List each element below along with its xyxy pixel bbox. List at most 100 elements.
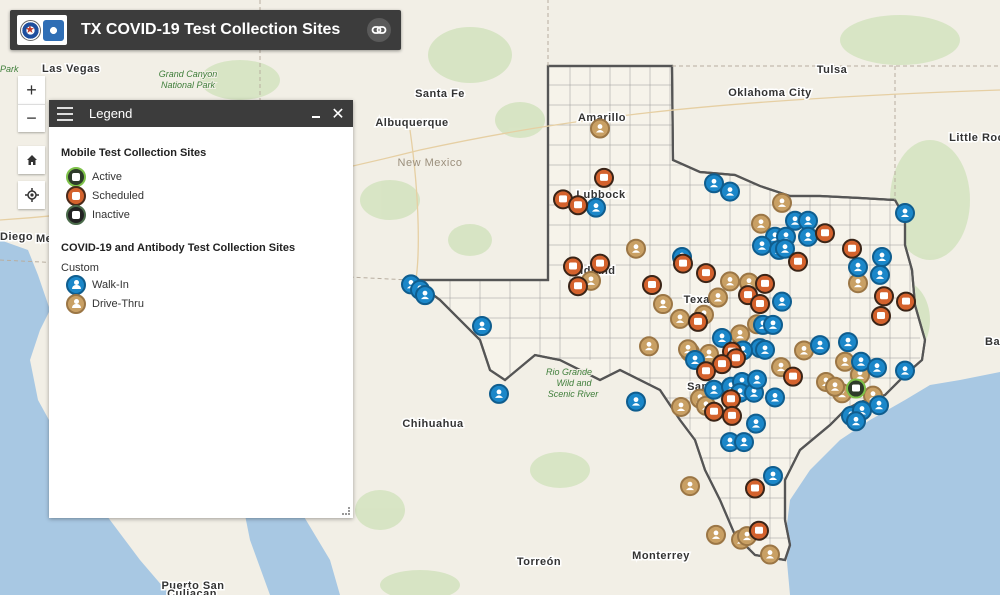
city-label: Albuquerque [375,117,448,129]
walk-in-marker[interactable] [747,369,767,390]
walk-in-marker[interactable] [755,339,775,360]
city-label: Diego [0,231,33,243]
zoom-in-button[interactable]: + [18,76,45,104]
walk-in-marker[interactable] [810,335,830,356]
drive-thru-marker[interactable] [772,192,792,213]
walk-in-marker[interactable] [746,413,766,434]
city-label: Park [0,64,19,74]
walk-in-marker[interactable] [870,264,890,285]
scheduled-mobile-marker[interactable] [563,256,583,277]
scheduled-mobile-marker[interactable] [594,167,614,188]
walk-in-marker[interactable] [895,203,915,224]
legend-label: Active [92,170,122,183]
scheduled-mobile-marker[interactable] [568,276,588,297]
walk-in-marker[interactable] [586,197,606,218]
scheduled-mobile-marker[interactable] [696,361,716,382]
drive-thru-marker[interactable] [760,544,780,565]
walk-in-marker[interactable] [472,316,492,337]
walk-in-marker[interactable] [872,247,892,268]
walk-in-marker[interactable] [772,291,792,312]
walk-in-marker[interactable] [765,387,785,408]
legend-body: Mobile Test Collection Sites Active Sche… [49,127,353,314]
scheduled-mobile-marker[interactable] [704,401,724,422]
legend-label: Scheduled [92,189,144,202]
scheduled-mobile-marker[interactable] [874,286,894,307]
drive-thru-marker[interactable] [670,308,690,329]
drive-thru-marker[interactable] [653,294,673,315]
app-title: TX COVID-19 Test Collection Sites [81,21,341,38]
walk-in-marker[interactable] [846,411,866,432]
walk-in-marker[interactable] [704,379,724,400]
scheduled-mobile-marker[interactable] [722,405,742,426]
scheduled-mobile-marker[interactable] [590,253,610,274]
walk-in-marker[interactable] [752,235,772,256]
scheduled-mobile-marker[interactable] [696,263,716,284]
walk-in-marker[interactable] [895,360,915,381]
scheduled-mobile-marker[interactable] [842,238,862,259]
zoom-out-button[interactable]: − [18,104,45,132]
park-label: National Park [161,80,216,90]
legend-label: Drive-Thru [92,297,144,310]
legend-item-active: Active [61,166,341,187]
scheduled-mobile-marker[interactable] [815,223,835,244]
scheduled-mobile-marker[interactable] [688,311,708,332]
dshs-seal-icon: ★ [20,19,41,41]
drive-thru-marker[interactable] [639,336,659,357]
legend-item-walk-in: Walk-In [61,274,341,295]
link-icon [371,26,387,34]
scheduled-mobile-marker[interactable] [642,275,662,296]
walk-in-marker[interactable] [415,285,435,306]
home-button[interactable] [18,146,45,174]
scheduled-mobile-marker[interactable] [783,366,803,387]
scheduled-mobile-marker[interactable] [673,253,693,274]
walk-in-marker[interactable] [798,226,818,247]
walk-in-marker[interactable] [838,332,858,353]
legend-item-scheduled: Scheduled [61,185,341,206]
share-link-button[interactable] [367,18,391,42]
city-label: Ba [985,336,1000,348]
legend-resize-handle[interactable] [342,507,350,515]
drive-thru-marker[interactable] [708,287,728,308]
drive-thru-marker[interactable] [730,324,750,345]
walk-in-marker[interactable] [763,466,783,486]
drive-thru-marker[interactable] [626,238,646,259]
scheduled-mobile-marker[interactable] [871,305,891,326]
scheduled-mobile-marker[interactable] [750,294,770,315]
locate-button[interactable] [18,181,45,209]
drive-thru-marker[interactable] [671,396,691,417]
agency-logos: ★ [17,15,67,45]
mobile-inactive-icon [66,204,86,225]
drive-thru-marker[interactable] [706,524,726,545]
drive-thru-marker[interactable] [720,271,740,292]
city-label: Santa Fe [415,88,465,100]
walk-in-marker[interactable] [867,357,887,378]
legend-close-button[interactable]: ✕ [331,104,345,124]
drive-thru-marker[interactable] [590,118,610,139]
drive-thru-marker[interactable] [751,213,771,234]
scheduled-mobile-marker[interactable] [749,520,769,541]
scheduled-mobile-marker[interactable] [745,478,765,499]
walk-in-marker[interactable] [720,181,740,202]
scheduled-mobile-marker[interactable] [755,273,775,294]
legend-item-drive-thru: Drive-Thru [61,293,341,314]
scheduled-mobile-marker[interactable] [721,389,741,410]
scheduled-mobile-marker[interactable] [568,195,588,216]
walk-in-marker[interactable] [869,395,889,416]
walk-in-marker[interactable] [489,383,509,404]
app-title-bar: ★ TX COVID-19 Test Collection Sites [10,10,401,50]
walk-in-marker[interactable] [763,314,783,335]
scheduled-mobile-marker[interactable] [788,251,808,272]
drive-thru-marker[interactable] [680,476,700,497]
walk-in-marker[interactable] [626,391,646,412]
city-label: Oklahoma City [728,87,812,99]
walk-in-marker[interactable] [734,432,754,453]
scheduled-mobile-marker[interactable] [896,291,916,312]
active-mobile-marker[interactable] [846,378,866,399]
legend-minimize-button[interactable] [309,106,325,122]
hhs-logo-icon [43,19,64,41]
city-label: Torreón [517,556,561,568]
walk-in-marker[interactable] [848,257,868,278]
legend-header: Legend ✕ [49,100,353,127]
drive-thru-marker[interactable] [825,376,845,397]
park-label: Scenic River [548,389,600,399]
